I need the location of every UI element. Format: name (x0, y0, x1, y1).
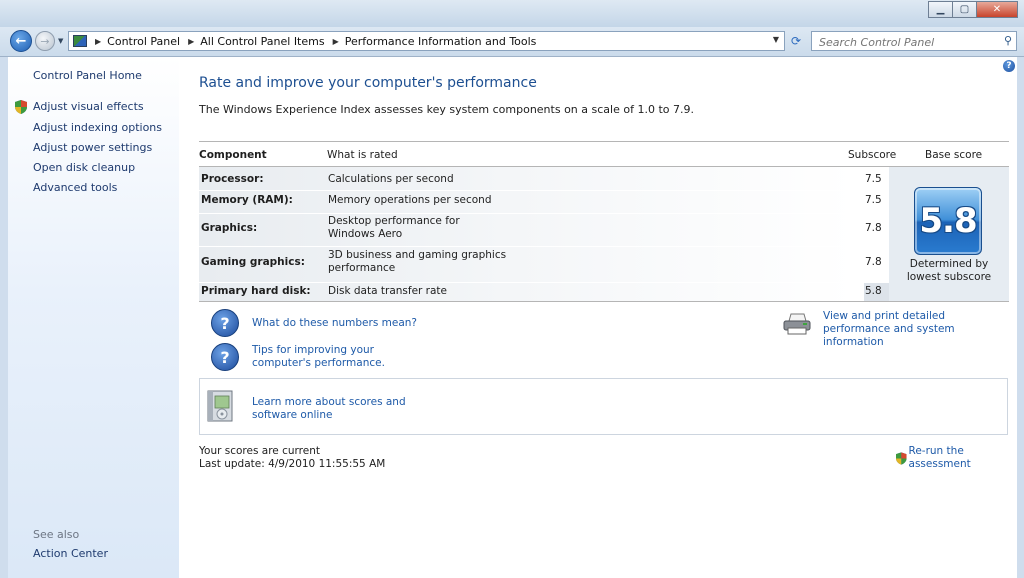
row-component: Primary hard disk: (201, 285, 311, 297)
last-update: Last update: 4/9/2010 11:55:55 AM (199, 458, 386, 470)
header-component: Component (199, 149, 267, 161)
scores-status: Your scores are current (199, 445, 320, 457)
what-do-numbers-mean-link[interactable]: What do these numbers mean? (252, 317, 417, 330)
header-what-is-rated: What is rated (327, 149, 398, 161)
control-panel-icon (73, 35, 87, 47)
row-subscore: 7.5 (865, 194, 882, 206)
minimize-icon: ▁ (936, 4, 945, 15)
page-description: The Windows Experience Index assesses ke… (199, 103, 694, 116)
sidebar-open-disk-cleanup[interactable]: Open disk cleanup (33, 161, 135, 174)
base-score-note: Determined by lowest subscore (906, 258, 992, 283)
header-base-score: Base score (925, 149, 983, 161)
window-title-bar: ▁ ▢ ✕ (0, 0, 1024, 28)
back-arrow-icon: ← (15, 33, 27, 49)
breadcrumb-separator-icon[interactable]: ▶ (188, 37, 194, 46)
table-divider (199, 301, 1009, 302)
row-what-is-rated: Disk data transfer rate (328, 285, 448, 297)
sidebar-advanced-tools[interactable]: Advanced tools (33, 181, 117, 194)
question-icon: ? (211, 309, 239, 337)
learn-more-link[interactable]: Learn more about scores and software onl… (252, 396, 442, 422)
chevron-down-icon: ▼ (58, 37, 64, 45)
uac-shield-icon (896, 451, 907, 465)
search-icon[interactable]: ⚲ (1004, 34, 1012, 47)
address-bar: ← → ▼ ▶ Control Panel ▶ All Control Pane… (0, 27, 1024, 57)
sidebar-adjust-visual-effects[interactable]: Adjust visual effects (33, 100, 144, 113)
forward-arrow-icon: → (40, 34, 50, 48)
row-subscore: 5.8 (865, 285, 882, 297)
maximize-icon: ▢ (959, 4, 970, 15)
breadcrumb[interactable]: ▶ Control Panel ▶ All Control Panel Item… (68, 31, 785, 51)
table-row: Processor: Calculations per second 7.5 (199, 167, 889, 190)
close-icon: ✕ (992, 4, 1002, 15)
uac-shield-icon (15, 100, 27, 114)
see-also-heading: See also (33, 528, 80, 541)
page-title: Rate and improve your computer's perform… (199, 75, 537, 91)
row-what-is-rated: Calculations per second (328, 173, 454, 185)
row-component: Gaming graphics: (201, 256, 305, 268)
software-box-icon (207, 390, 233, 422)
tips-link[interactable]: Tips for improving your computer's perfo… (252, 344, 432, 370)
row-what-is-rated: Desktop performance for Windows Aero (328, 215, 460, 240)
base-score-value: 5.8 (919, 201, 977, 241)
row-component: Memory (RAM): (201, 194, 293, 206)
table-row: Primary hard disk: Disk data transfer ra… (199, 282, 889, 301)
table-divider (199, 141, 1009, 142)
back-button[interactable]: ← (10, 30, 32, 52)
question-icon: ? (211, 343, 239, 371)
rerun-assessment[interactable]: Re-run the assessment (896, 445, 1024, 471)
close-button[interactable]: ✕ (976, 1, 1018, 18)
table-row: Memory (RAM): Memory operations per seco… (199, 190, 889, 213)
maximize-button[interactable]: ▢ (952, 1, 977, 18)
row-component: Processor: (201, 173, 264, 185)
breadcrumb-control-panel[interactable]: Control Panel (107, 35, 180, 48)
view-print-details-link[interactable]: View and print detailed performance and … (823, 310, 1013, 349)
address-dropdown-icon[interactable]: ▼ (773, 35, 779, 44)
table-row: Graphics: Desktop performance for Window… (199, 213, 889, 246)
recent-pages-button[interactable]: ▼ (58, 37, 63, 45)
printer-icon (783, 313, 811, 335)
breadcrumb-current[interactable]: Performance Information and Tools (345, 35, 537, 48)
breadcrumb-separator-icon[interactable]: ▶ (95, 37, 101, 46)
refresh-button[interactable]: ⟳ (786, 32, 806, 50)
row-what-is-rated: 3D business and gaming graphics performa… (328, 249, 507, 274)
header-subscore: Subscore (848, 149, 897, 161)
help-icon[interactable]: ? (1003, 60, 1015, 72)
base-score-badge: 5.8 (914, 187, 982, 255)
window-controls: ▁ ▢ ✕ (928, 1, 1018, 19)
window-frame-left (0, 57, 8, 578)
forward-button[interactable]: → (35, 31, 55, 51)
refresh-icon: ⟳ (790, 34, 802, 48)
row-subscore: 7.5 (865, 173, 882, 185)
row-what-is-rated: Memory operations per second (328, 194, 492, 206)
row-component: Graphics: (201, 222, 258, 234)
sidebar-adjust-indexing-options[interactable]: Adjust indexing options (33, 121, 162, 134)
breadcrumb-separator-icon[interactable]: ▶ (333, 37, 339, 46)
table-row: Gaming graphics: 3D business and gaming … (199, 246, 889, 282)
window-frame-right (1017, 57, 1024, 578)
sidebar-control-panel-home[interactable]: Control Panel Home (33, 69, 142, 82)
sidebar-action-center[interactable]: Action Center (33, 547, 108, 560)
sidebar: Control Panel Home Adjust visual effects… (8, 57, 179, 578)
row-subscore: 7.8 (865, 256, 882, 268)
rerun-assessment-link[interactable]: Re-run the assessment (909, 445, 1024, 471)
search-input[interactable] (817, 33, 1001, 51)
minimize-button[interactable]: ▁ (928, 1, 953, 18)
sidebar-adjust-power-settings[interactable]: Adjust power settings (33, 141, 152, 154)
row-subscore: 7.8 (865, 222, 882, 234)
search-box: ⚲ (811, 31, 1017, 51)
breadcrumb-all-items[interactable]: All Control Panel Items (200, 35, 324, 48)
